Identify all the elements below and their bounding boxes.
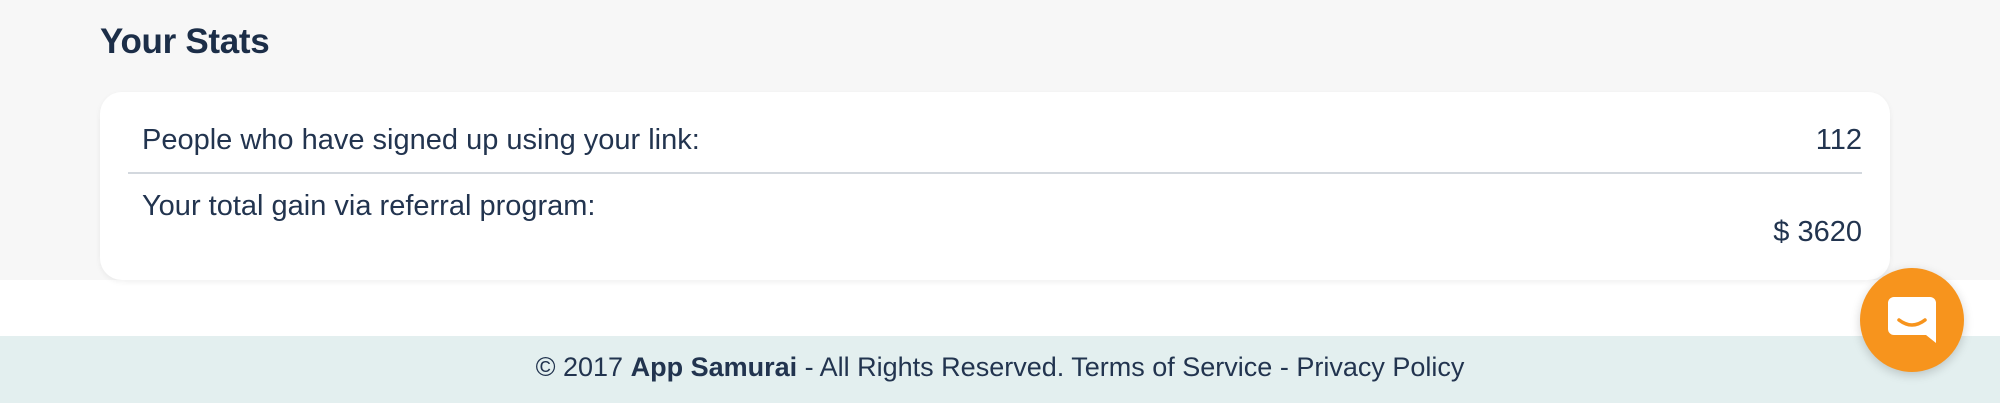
terms-of-service-link[interactable]: Terms of Service — [1071, 352, 1272, 382]
signups-value: 112 — [1815, 124, 1862, 156]
footer-separator: - — [1279, 352, 1289, 382]
section-title: Your Stats — [100, 22, 270, 61]
stats-card: People who have signed up using your lin… — [100, 92, 1890, 280]
footer: © 2017 App Samurai - All Rights Reserved… — [0, 336, 2000, 403]
copyright-text: © 2017 — [535, 352, 624, 382]
chat-launcher-button[interactable] — [1860, 268, 1964, 372]
total-gain-value: $ 3620 — [1773, 216, 1862, 248]
stat-row-signups: People who have signed up using your lin… — [128, 112, 1862, 174]
chat-bubble-icon — [1886, 293, 1938, 347]
stat-row-total-gain: Your total gain via referral program: $ … — [128, 182, 1862, 248]
rights-text: - All Rights Reserved. — [804, 352, 1065, 382]
footer-brand: App Samurai — [630, 352, 798, 382]
page: Your Stats People who have signed up usi… — [0, 0, 2000, 403]
signups-label: People who have signed up using your lin… — [142, 124, 700, 156]
footer-text: © 2017 App Samurai - All Rights Reserved… — [536, 352, 1465, 383]
total-gain-label: Your total gain via referral program: — [142, 190, 596, 222]
privacy-policy-link[interactable]: Privacy Policy — [1296, 352, 1464, 382]
